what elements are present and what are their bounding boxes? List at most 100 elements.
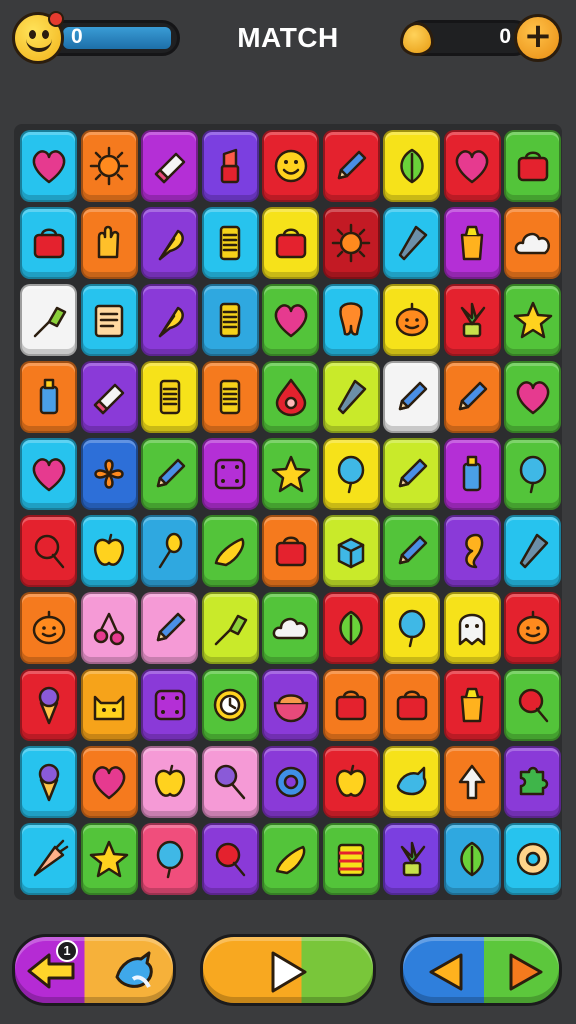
tile[interactable] <box>504 207 561 279</box>
tile[interactable] <box>383 592 440 664</box>
tile[interactable] <box>383 361 440 433</box>
tile[interactable] <box>80 592 138 664</box>
tile[interactable] <box>262 361 319 433</box>
pepper-icon <box>275 845 305 875</box>
tile[interactable] <box>262 823 319 895</box>
tile[interactable] <box>383 515 440 587</box>
tile[interactable] <box>322 746 380 818</box>
tile[interactable] <box>322 823 380 895</box>
tile[interactable] <box>383 207 440 279</box>
tile[interactable] <box>20 284 77 356</box>
tile[interactable] <box>443 284 501 356</box>
tile[interactable] <box>322 515 380 587</box>
add-coins-button[interactable]: + <box>514 14 562 62</box>
tile[interactable] <box>201 361 259 433</box>
tile[interactable] <box>141 130 198 202</box>
apple-icon <box>154 764 185 797</box>
tile[interactable] <box>141 592 198 664</box>
tile[interactable] <box>201 207 259 279</box>
tile[interactable] <box>322 284 380 356</box>
tile[interactable] <box>504 130 561 202</box>
tile[interactable] <box>20 438 77 510</box>
tile[interactable] <box>443 515 501 587</box>
tile[interactable] <box>322 361 380 433</box>
tile[interactable] <box>262 284 319 356</box>
tile[interactable] <box>504 823 561 895</box>
tile[interactable] <box>383 669 440 741</box>
tile[interactable] <box>141 746 198 818</box>
tile[interactable] <box>141 515 198 587</box>
tile[interactable] <box>383 284 440 356</box>
tile[interactable] <box>141 361 198 433</box>
tile[interactable] <box>443 823 501 895</box>
triangle-right-icon[interactable] <box>505 951 547 993</box>
tile[interactable] <box>322 669 380 741</box>
tile[interactable] <box>504 515 561 587</box>
tile[interactable] <box>80 823 138 895</box>
tile[interactable] <box>20 515 77 587</box>
tile[interactable] <box>201 438 259 510</box>
tile[interactable] <box>383 438 440 510</box>
tile[interactable] <box>20 361 77 433</box>
tile[interactable] <box>80 284 138 356</box>
tile[interactable] <box>504 669 561 741</box>
tile[interactable] <box>20 823 77 895</box>
tile[interactable] <box>20 669 77 741</box>
tile[interactable] <box>201 515 259 587</box>
triangle-left-icon[interactable] <box>425 951 467 993</box>
tile[interactable] <box>201 130 259 202</box>
tile[interactable] <box>383 823 440 895</box>
tile[interactable] <box>20 207 77 279</box>
phone-icon <box>219 225 241 261</box>
tile[interactable] <box>262 592 319 664</box>
tile[interactable] <box>201 284 259 356</box>
tile[interactable] <box>443 207 501 279</box>
tile[interactable] <box>504 592 561 664</box>
tile[interactable] <box>504 361 561 433</box>
tile[interactable] <box>383 746 440 818</box>
tile[interactable] <box>141 284 198 356</box>
play-icon[interactable] <box>265 949 311 995</box>
play-control[interactable] <box>200 934 376 1006</box>
tile[interactable] <box>141 438 198 510</box>
tile[interactable] <box>262 438 319 510</box>
tile[interactable] <box>262 207 319 279</box>
tile[interactable] <box>20 592 77 664</box>
tile[interactable] <box>141 669 198 741</box>
tile[interactable] <box>80 669 138 741</box>
tile[interactable] <box>262 669 319 741</box>
tile[interactable] <box>201 592 259 664</box>
tile[interactable] <box>322 207 380 279</box>
tile[interactable] <box>262 515 319 587</box>
tile[interactable] <box>80 130 138 202</box>
tile[interactable] <box>443 361 501 433</box>
tile[interactable] <box>504 746 561 818</box>
tile[interactable] <box>504 438 561 510</box>
bottle-icon <box>462 455 482 492</box>
tile[interactable] <box>141 207 198 279</box>
tile[interactable] <box>322 592 380 664</box>
tile[interactable] <box>80 361 138 433</box>
tile[interactable] <box>80 207 138 279</box>
tile[interactable] <box>20 746 77 818</box>
tile[interactable] <box>322 438 380 510</box>
tile[interactable] <box>443 592 501 664</box>
tile[interactable] <box>262 130 319 202</box>
tile[interactable] <box>201 823 259 895</box>
tile[interactable] <box>504 284 561 356</box>
tile[interactable] <box>20 130 77 202</box>
tile[interactable] <box>262 746 319 818</box>
tile[interactable] <box>141 823 198 895</box>
tile[interactable] <box>80 515 138 587</box>
tile[interactable] <box>80 438 138 510</box>
tile[interactable] <box>443 669 501 741</box>
tile[interactable] <box>201 669 259 741</box>
tile[interactable] <box>443 438 501 510</box>
tile[interactable] <box>443 746 501 818</box>
tile[interactable] <box>80 746 138 818</box>
tile[interactable] <box>443 130 501 202</box>
tile[interactable] <box>383 130 440 202</box>
tile[interactable] <box>201 746 259 818</box>
bird-icon[interactable] <box>111 949 159 993</box>
tile[interactable] <box>322 130 380 202</box>
